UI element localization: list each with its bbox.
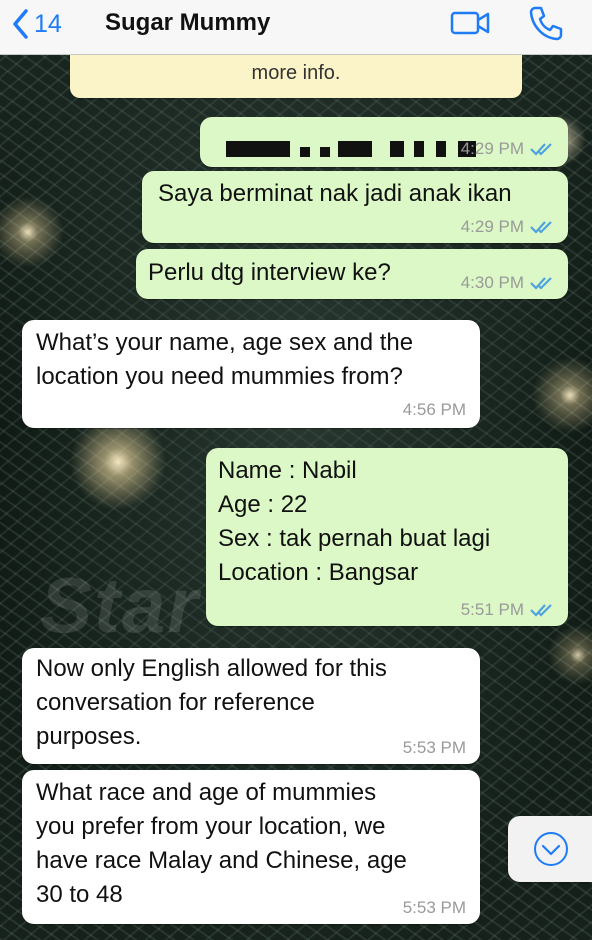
- redacted-block: [414, 141, 424, 157]
- message-line: have race Malay and Chinese, age: [36, 847, 407, 874]
- redacted-block: [390, 141, 404, 157]
- message-meta: 5:53 PM: [403, 898, 466, 918]
- message-outgoing[interactable]: Perlu dtg interview ke? 4:30 PM: [136, 249, 568, 299]
- chevron-down-circle-icon: [534, 832, 568, 866]
- watermark: Star: [40, 561, 200, 649]
- message-line: Sex : tak pernah buat lagi: [218, 525, 491, 552]
- message-text: What’s your name, age sex and the locati…: [36, 326, 413, 394]
- message-outgoing[interactable]: Saya berminat nak jadi anak ikan 4:29 PM: [142, 171, 568, 243]
- message-outgoing-redacted[interactable]: 4:29 PM: [200, 117, 568, 167]
- message-text: Name : Nabil Age : 22 Sex : tak pernah b…: [218, 454, 490, 590]
- message-line: purposes.: [36, 723, 142, 750]
- double-check-icon: [530, 221, 552, 234]
- message-incoming[interactable]: Now only English allowed for this conver…: [22, 648, 480, 764]
- encryption-notice[interactable]: more info.: [70, 50, 522, 98]
- message-text: What race and age of mummies you prefer …: [36, 776, 407, 912]
- message-time: 5:53 PM: [402, 738, 466, 757]
- chat-header: 14 Sugar Mummy: [0, 0, 592, 55]
- message-meta: 5:53 PM: [403, 738, 466, 758]
- redacted-block: [300, 147, 310, 157]
- message-outgoing[interactable]: Name : Nabil Age : 22 Sex : tak pernah b…: [206, 448, 568, 626]
- message-line: What’s your name, age sex and the: [36, 329, 414, 356]
- chevron-left-icon: [13, 9, 28, 39]
- unread-count: 14: [34, 9, 62, 38]
- redacted-block: [320, 147, 330, 157]
- redacted-block: [338, 141, 372, 157]
- message-text: Saya berminat nak jadi anak ikan: [158, 180, 512, 207]
- message-meta: 4:56 PM: [403, 400, 466, 420]
- message-text: Now only English allowed for this conver…: [36, 652, 387, 754]
- message-line: 30 to 48: [36, 881, 123, 908]
- message-time: 4:29 PM: [460, 217, 524, 236]
- redacted-block: [226, 141, 290, 157]
- chat-title[interactable]: Sugar Mummy: [105, 9, 270, 37]
- redacted-block: [436, 141, 446, 157]
- message-meta: 5:51 PM: [461, 600, 554, 620]
- message-line: conversation for reference: [36, 689, 315, 716]
- message-line: Age : 22: [218, 491, 308, 518]
- message-time: 4:29 PM: [460, 139, 524, 158]
- scroll-to-bottom-button[interactable]: [508, 816, 592, 882]
- message-line: location you need mummies from?: [36, 363, 403, 390]
- video-camera-icon: [450, 11, 490, 35]
- video-call-button[interactable]: [450, 8, 492, 38]
- message-line: Now only English allowed for this: [36, 655, 387, 682]
- message-time: 4:30 PM: [460, 273, 524, 292]
- voice-call-button[interactable]: [527, 4, 565, 42]
- message-line: Name : Nabil: [218, 457, 357, 484]
- message-time: 5:53 PM: [402, 898, 466, 917]
- message-incoming[interactable]: What’s your name, age sex and the locati…: [22, 320, 480, 428]
- message-time: 4:56 PM: [402, 400, 466, 419]
- phone-icon: [529, 6, 563, 41]
- message-incoming[interactable]: What race and age of mummies you prefer …: [22, 770, 480, 924]
- message-text: Perlu dtg interview ke?: [148, 259, 391, 286]
- double-check-icon: [530, 277, 552, 290]
- message-line: you prefer from your location, we: [36, 813, 386, 840]
- message-meta: 4:29 PM: [461, 217, 554, 237]
- message-line: What race and age of mummies: [36, 779, 377, 806]
- message-meta: 4:30 PM: [461, 273, 554, 293]
- message-line: Location : Bangsar: [218, 559, 419, 586]
- back-button[interactable]: 14: [12, 6, 62, 42]
- double-check-icon: [530, 604, 552, 617]
- message-time: 5:51 PM: [460, 600, 524, 619]
- message-meta: 4:29 PM: [461, 139, 554, 159]
- encryption-notice-text: more info.: [251, 62, 341, 84]
- double-check-icon: [530, 143, 552, 156]
